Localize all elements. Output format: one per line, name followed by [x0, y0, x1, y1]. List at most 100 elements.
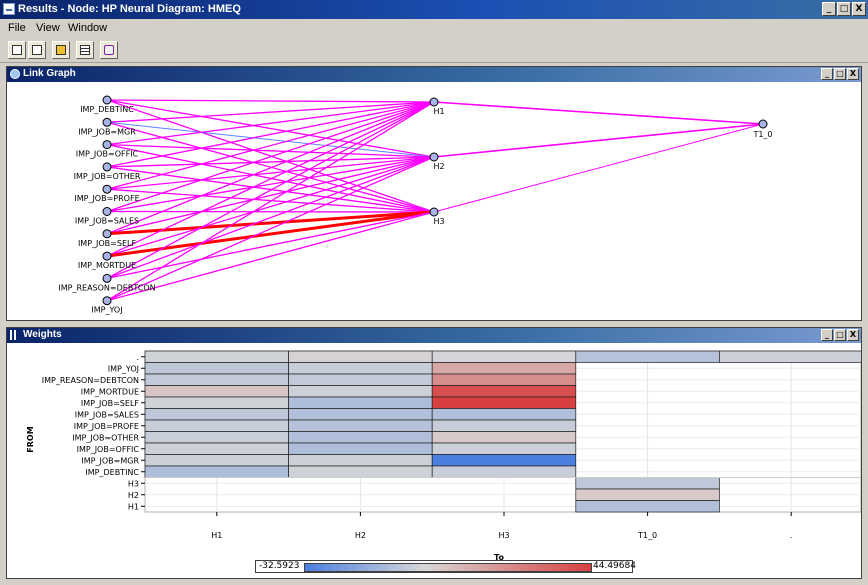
heatmap-cell[interactable] [288, 362, 433, 375]
weights-close-button[interactable]: X [847, 329, 859, 341]
y-tick-label: IMP_JOB=SELF [81, 399, 140, 408]
heatmap-cell[interactable] [144, 454, 289, 467]
link-graph-titlebar[interactable]: Link Graph _ □ X [7, 67, 861, 82]
heatmap-cell[interactable] [288, 454, 433, 467]
hidden-node-label: H2 [433, 162, 444, 171]
bar-chart-icon [10, 330, 20, 340]
heatmap-cell[interactable] [431, 419, 577, 432]
link-IMP_MORTDUE-H3 [106, 210, 435, 258]
link-graph-minimize-button[interactable]: _ [821, 68, 833, 80]
heatmap-cell[interactable] [575, 477, 720, 490]
heatmap-cell[interactable] [144, 465, 289, 478]
heatmap-cell[interactable] [431, 385, 577, 398]
heatmap-cell[interactable] [144, 373, 289, 386]
heatmap-cell[interactable] [288, 419, 433, 432]
input-node-label: IMP_MORTDUE [78, 261, 136, 270]
link-graph-close-button[interactable]: X [847, 68, 859, 80]
heatmap-cell[interactable] [144, 350, 289, 363]
heatmap-cell[interactable] [431, 431, 577, 444]
input-node[interactable] [102, 95, 112, 105]
y-tick-label: IMP_YOJ [108, 364, 139, 373]
heatmap-cell[interactable] [575, 350, 720, 363]
heatmap-cell[interactable] [719, 350, 861, 363]
input-node-label: IMP_JOB=OFFIC [76, 150, 139, 159]
heatmap-cell[interactable] [144, 431, 289, 444]
minimize-button[interactable]: _ [822, 2, 836, 16]
input-node-label: IMP_JOB=SELF [78, 239, 137, 248]
y-tick-label: IMP_JOB=OFFIC [77, 445, 140, 454]
input-node[interactable] [102, 140, 112, 150]
y-tick-label: IMP_JOB=MGR [81, 456, 139, 465]
menu-window[interactable]: Window [68, 22, 107, 34]
heatmap-cell[interactable] [431, 362, 577, 375]
link-H2-T1_0 [433, 123, 764, 158]
heatmap-cell[interactable] [144, 385, 289, 398]
link-H3-T1_0 [433, 123, 764, 213]
x-tick-label: . [790, 531, 793, 540]
input-node[interactable] [102, 296, 112, 306]
weights-restore-button[interactable]: □ [834, 329, 846, 341]
heatmap-cell[interactable] [431, 454, 577, 467]
input-node-label: IMP_JOB=PROFE [74, 194, 139, 203]
heatmap-cell[interactable] [575, 500, 720, 513]
toolbar [0, 39, 868, 63]
link-IMP_JOB=MGR-H2 [106, 121, 435, 158]
input-node[interactable] [102, 273, 112, 283]
y-tick-label: H1 [128, 502, 139, 511]
input-node[interactable] [102, 229, 112, 239]
x-tick-label: H2 [355, 531, 366, 540]
restore-button[interactable]: □ [837, 2, 851, 16]
heatmap-cell[interactable] [431, 442, 577, 455]
close-button[interactable]: X [852, 2, 866, 16]
heatmap-cell[interactable] [288, 396, 433, 409]
menu-view[interactable]: View [36, 22, 60, 34]
heatmap-cell[interactable] [288, 408, 433, 421]
heatmap-cell[interactable] [288, 465, 433, 478]
heatmap-cell[interactable] [288, 442, 433, 455]
y-tick-label: . [136, 353, 139, 362]
app-icon [3, 3, 15, 15]
heatmap-cell[interactable] [575, 488, 720, 501]
output-node[interactable] [758, 119, 768, 129]
heatmap-cell[interactable] [431, 408, 577, 421]
menu-file[interactable]: File [8, 22, 26, 34]
heatmap-cell[interactable] [144, 442, 289, 455]
print-icon[interactable] [52, 41, 70, 59]
window-title: Results - Node: HP Neural Diagram: HMEQ [18, 3, 241, 15]
link-graph-restore-button[interactable]: □ [834, 68, 846, 80]
input-node[interactable] [102, 184, 112, 194]
link-graph-icon [10, 69, 20, 79]
heatmap-cell[interactable] [144, 396, 289, 409]
heatmap-cell[interactable] [144, 362, 289, 375]
heatmap-cell[interactable] [144, 419, 289, 432]
heatmap-cell[interactable] [144, 408, 289, 421]
input-node-label: IMP_JOB=MGR [78, 127, 136, 136]
y-tick-label: IMP_JOB=OTHER [72, 433, 139, 442]
properties-icon[interactable] [28, 41, 46, 59]
heatmap-cell[interactable] [431, 465, 577, 478]
link-graph-panel: Link Graph _ □ X IMP_DEBTINC IMP_JOB=MGR I… [6, 66, 862, 321]
heatmap-cell[interactable] [288, 373, 433, 386]
weights-titlebar[interactable]: Weights _ □ X [7, 328, 861, 343]
copy-icon[interactable] [8, 41, 26, 59]
heatmap-cell[interactable] [288, 385, 433, 398]
hidden-node[interactable] [429, 207, 439, 217]
table-icon[interactable] [76, 41, 94, 59]
window-titlebar[interactable]: Results - Node: HP Neural Diagram: HMEQ … [0, 0, 868, 19]
wand-icon[interactable] [100, 41, 118, 59]
input-node[interactable] [102, 207, 112, 216]
heatmap-cell[interactable] [431, 373, 577, 386]
weights-minimize-button[interactable]: _ [821, 329, 833, 341]
heatmap-cell[interactable] [288, 350, 433, 363]
input-node[interactable] [102, 117, 112, 127]
y-axis-title: FROM [26, 426, 35, 452]
heatmap-cell[interactable] [431, 396, 577, 409]
heatmap-cell[interactable] [288, 431, 433, 444]
y-tick-label: H3 [128, 479, 139, 488]
input-node[interactable] [102, 162, 112, 172]
hidden-node[interactable] [429, 97, 439, 107]
hidden-node[interactable] [429, 152, 439, 162]
weights-panel: Weights _ □ X . IMP_YOJ IMP_REASON=DEBTCON… [6, 327, 862, 579]
heatmap-cell[interactable] [431, 350, 577, 363]
input-node[interactable] [102, 251, 112, 261]
